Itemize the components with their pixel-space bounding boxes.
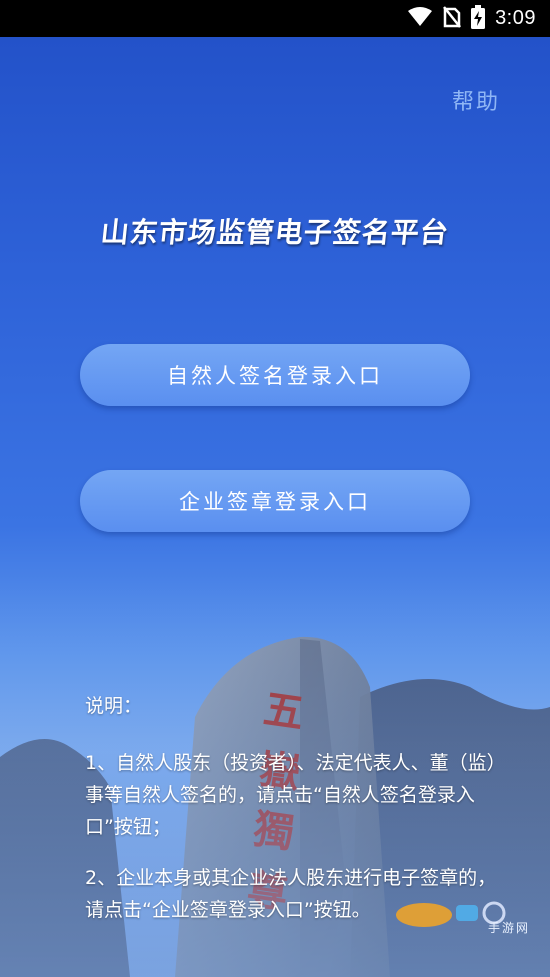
battery-charging-icon xyxy=(471,4,486,33)
no-sim-icon xyxy=(443,5,462,32)
main-screen: 五 嶽 獨 尊 帮助 山东市场监管电子签名平台 自然人签名登录入口 企业签章登录… xyxy=(0,37,550,977)
watermark-text: 手游网 xyxy=(487,921,530,935)
status-icons: 3:09 xyxy=(407,0,536,37)
company-seal-login-button[interactable]: 企业签章登录入口 xyxy=(80,470,470,532)
status-time: 3:09 xyxy=(495,7,536,29)
status-bar: 3:09 xyxy=(0,0,550,37)
wifi-icon xyxy=(407,6,433,31)
page-title: 山东市场监管电子签名平台 xyxy=(99,216,451,249)
instruction-item-1: 1、自然人股东（投资者）、法定代表人、董（监）事等自然人签名的，请点击“自然人签… xyxy=(85,752,506,838)
help-link[interactable]: 帮助 xyxy=(452,84,500,116)
instructions-heading: 说明： xyxy=(85,695,143,717)
person-signature-login-button[interactable]: 自然人签名登录入口 xyxy=(80,344,470,406)
